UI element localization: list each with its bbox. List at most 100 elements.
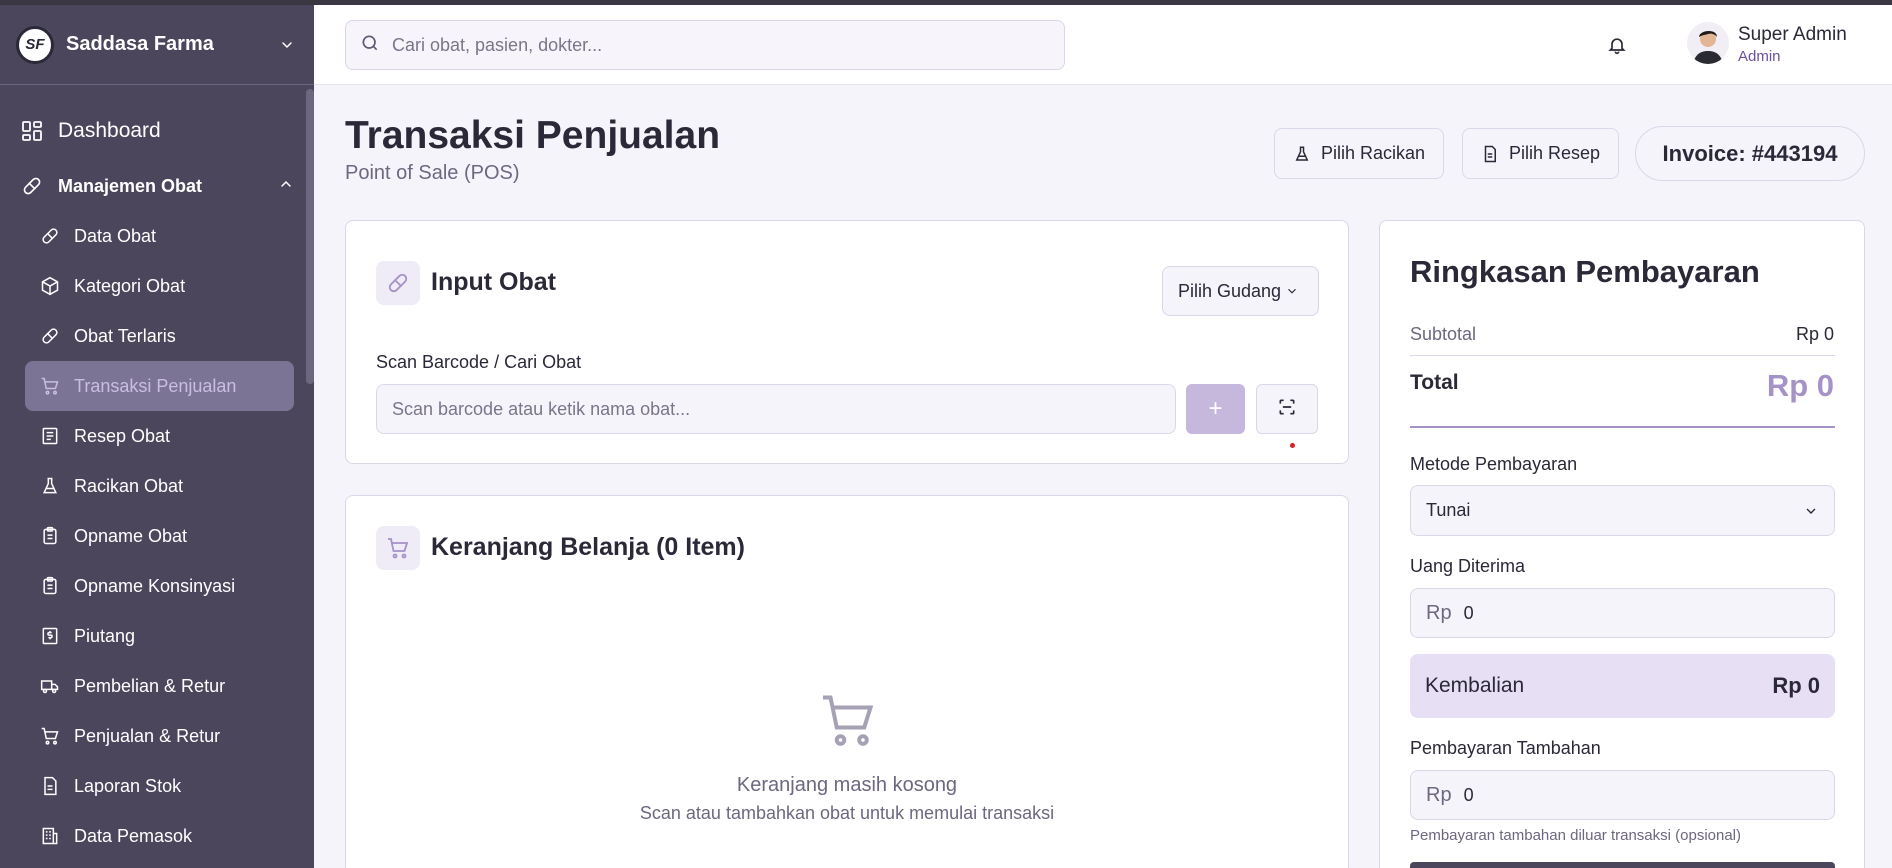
- sidebar-item-pembelian-retur[interactable]: Pembelian & Retur: [0, 661, 314, 711]
- button-label: Pilih Resep: [1509, 143, 1601, 163]
- currency-prefix: Rp: [1426, 601, 1452, 624]
- search-input[interactable]: [392, 34, 1032, 56]
- sidebar-item-data-pemasok[interactable]: Data Pemasok: [0, 811, 314, 861]
- building-icon: [38, 824, 62, 848]
- kembalian-box: Kembalian Rp 0: [1410, 654, 1835, 718]
- uang-diterima-label: Uang Diterima: [1410, 556, 1526, 576]
- sidebar-item-laporan-stok[interactable]: Laporan Stok: [0, 761, 314, 811]
- window-top-strip: [0, 0, 1892, 5]
- sidebar-item-label: Piutang: [74, 625, 136, 646]
- brand-header[interactable]: SF Saddasa Farma: [0, 5, 314, 85]
- flask-icon: [1293, 145, 1311, 163]
- add-item-button[interactable]: +: [1186, 384, 1245, 434]
- pill-icon: [38, 324, 62, 348]
- user-name: Super Admin: [1738, 24, 1847, 45]
- top-header: Super Admin Admin: [314, 5, 1892, 85]
- dollar-receipt-icon: [38, 624, 62, 648]
- sidebar-item-label: Opname Obat: [74, 525, 188, 546]
- sidebar-item-label: Data Pemasok: [74, 825, 193, 846]
- pilih-gudang-select[interactable]: Pilih Gudang: [1162, 266, 1319, 316]
- select-value: Tunai: [1426, 500, 1471, 520]
- keranjang-title: Keranjang Belanja (0 Item): [431, 533, 745, 561]
- receipt-icon: [38, 424, 62, 448]
- select-value: Pilih Gudang: [1178, 280, 1282, 301]
- total-label: Total: [1410, 371, 1459, 394]
- sidebar-group-manajemen-obat[interactable]: Manajemen Obat: [0, 161, 314, 211]
- bell-icon[interactable]: [1605, 33, 1629, 57]
- payment-title: Ringkasan Pembayaran: [1410, 254, 1760, 289]
- pill-icon: [20, 174, 44, 198]
- pill-icon: [38, 224, 62, 248]
- invoice-badge: Invoice: #443194: [1635, 126, 1865, 181]
- sidebar-item-label: Penjualan & Retur: [74, 725, 221, 746]
- sidebar-item-data-obat[interactable]: Data Obat: [0, 211, 314, 261]
- button-label: Pilih Racikan: [1321, 143, 1426, 163]
- sidebar-scrollbar[interactable]: [306, 89, 314, 384]
- sidebar-item-kategori-obat[interactable]: Kategori Obat: [0, 261, 314, 311]
- subtotal-value: Rp 0: [1795, 324, 1834, 344]
- sidebar-item-label: Kategori Obat: [74, 275, 186, 296]
- pembayaran-tambahan-field[interactable]: Rp: [1410, 770, 1835, 820]
- box-icon: [38, 274, 62, 298]
- pembayaran-tambahan-input[interactable]: [1463, 784, 1819, 806]
- page-title: Transaksi Penjualan: [345, 114, 721, 157]
- uang-diterima-input[interactable]: [1463, 602, 1819, 624]
- metode-pembayaran-label: Metode Pembayaran: [1410, 454, 1578, 474]
- sidebar-item-transaksi-penjualan[interactable]: Transaksi Penjualan: [25, 361, 294, 411]
- chevron-down-icon[interactable]: [276, 34, 298, 56]
- sidebar-item-obat-terlaris[interactable]: Obat Terlaris: [0, 311, 314, 361]
- search-icon: [360, 33, 380, 58]
- metode-pembayaran-select[interactable]: Tunai: [1410, 485, 1835, 536]
- sidebar-item-label: Laporan Stok: [74, 775, 182, 796]
- cart-icon: [38, 374, 62, 398]
- sidebar-item-label: Obat Terlaris: [74, 325, 176, 346]
- sidebar-item-label: Opname Konsinyasi: [74, 575, 236, 596]
- sidebar: SF Saddasa Farma Dashboard Manajemen Oba…: [0, 5, 314, 868]
- brand-name: Saddasa Farma: [66, 33, 214, 55]
- uang-diterima-field[interactable]: Rp: [1410, 588, 1835, 638]
- brand-logo: SF: [16, 25, 54, 64]
- kembalian-label: Kembalian: [1425, 674, 1525, 697]
- page-subtitle: Point of Sale (POS): [345, 162, 520, 184]
- submit-button[interactable]: [1410, 862, 1835, 868]
- pilih-racikan-button[interactable]: Pilih Racikan: [1274, 128, 1445, 179]
- document-icon: [1481, 145, 1499, 163]
- sidebar-item-resep-obat[interactable]: Resep Obat: [0, 411, 314, 461]
- global-search[interactable]: [345, 20, 1065, 70]
- empty-cart-title: Keranjang masih kosong: [736, 774, 958, 796]
- scan-barcode-label: Scan Barcode / Cari Obat: [376, 352, 582, 372]
- sidebar-item-label: Dashboard: [58, 119, 161, 142]
- sidebar-group-label: Manajemen Obat: [58, 175, 203, 196]
- pill-icon: [376, 261, 420, 305]
- chevron-down-icon: [1285, 284, 1299, 298]
- file-icon: [38, 774, 62, 798]
- sidebar-item-label: Racikan Obat: [74, 475, 184, 496]
- barcode-field[interactable]: [376, 384, 1176, 434]
- sidebar-item-label: Transaksi Penjualan: [74, 375, 237, 396]
- barcode-input[interactable]: [392, 398, 1160, 420]
- subtotal-label: Subtotal: [1410, 324, 1477, 344]
- sidebar-item-piutang[interactable]: Piutang: [0, 611, 314, 661]
- sidebar-item-label: Resep Obat: [74, 425, 171, 446]
- pilih-resep-button[interactable]: Pilih Resep: [1462, 128, 1620, 179]
- divider: [1410, 355, 1835, 356]
- scan-barcode-button[interactable]: [1256, 384, 1318, 434]
- currency-prefix: Rp: [1426, 783, 1452, 806]
- pembayaran-tambahan-label: Pembayaran Tambahan: [1410, 738, 1601, 758]
- avatar[interactable]: [1687, 22, 1729, 64]
- input-obat-title: Input Obat: [431, 268, 556, 296]
- scan-icon: [1277, 397, 1297, 422]
- kembalian-value: Rp 0: [1772, 673, 1820, 698]
- sidebar-item-opname-konsinyasi[interactable]: Opname Konsinyasi: [0, 561, 314, 611]
- sidebar-item-opname-obat[interactable]: Opname Obat: [0, 511, 314, 561]
- sidebar-item-penjualan-retur[interactable]: Penjualan & Retur: [0, 711, 314, 761]
- total-divider: [1410, 426, 1835, 428]
- chevron-down-icon: [1803, 503, 1819, 519]
- flask-icon: [38, 474, 62, 498]
- clipboard-icon: [38, 524, 62, 548]
- pembayaran-tambahan-hint: Pembayaran tambahan diluar transaksi (op…: [1410, 827, 1742, 844]
- sidebar-item-racikan-obat[interactable]: Racikan Obat: [0, 461, 314, 511]
- user-role: Admin: [1738, 48, 1781, 65]
- sidebar-item-dashboard[interactable]: Dashboard: [0, 101, 314, 161]
- sidebar-item-label: Data Obat: [74, 225, 157, 246]
